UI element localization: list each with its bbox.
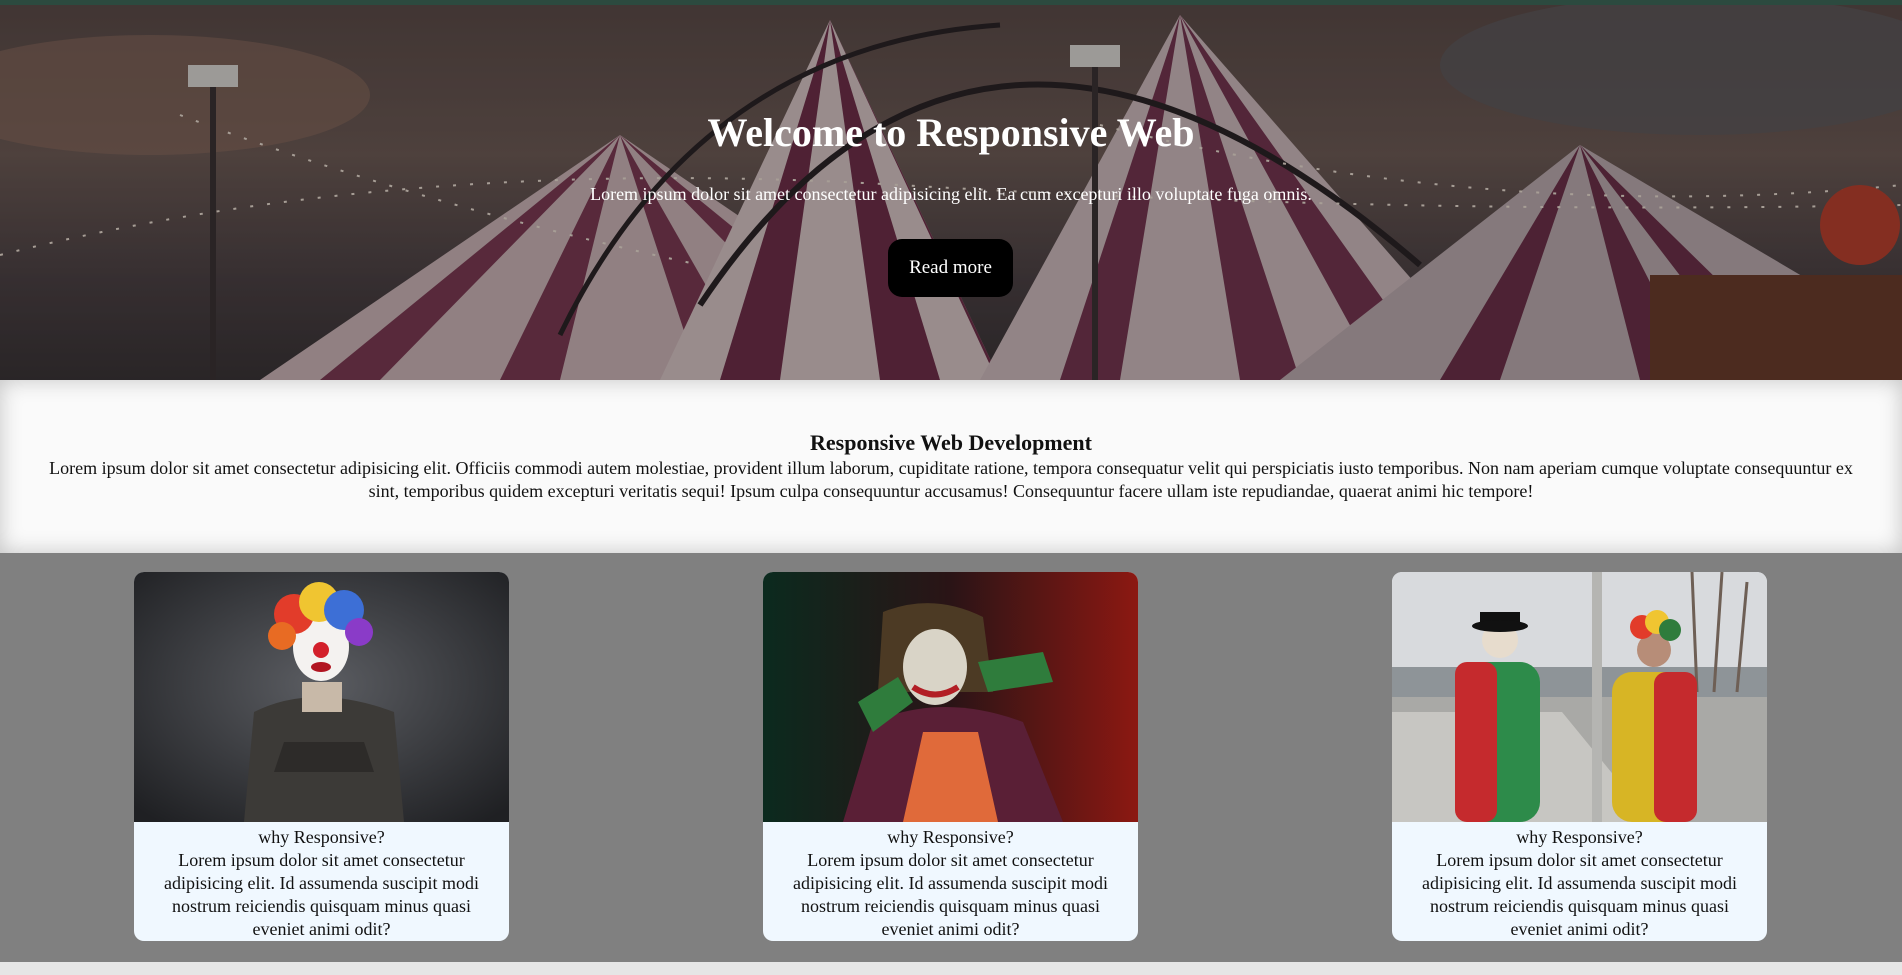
about-description: Lorem ipsum dolor sit amet consectetur a… xyxy=(49,458,1853,501)
card-body: why Responsive? Lorem ipsum dolor sit am… xyxy=(763,822,1138,941)
card-title: why Responsive? xyxy=(887,827,1014,847)
card-title: why Responsive? xyxy=(258,827,385,847)
card-title: why Responsive? xyxy=(1516,827,1643,847)
read-more-button[interactable]: Read more xyxy=(888,239,1013,297)
card-joker-portrait: why Responsive? Lorem ipsum dolor sit am… xyxy=(763,572,1138,941)
hero-section: Welcome to Responsive Web Lorem ipsum do… xyxy=(0,5,1902,380)
card-text: Lorem ipsum dolor sit amet consectetur a… xyxy=(793,850,1108,939)
cards-section: why Responsive? Lorem ipsum dolor sit am… xyxy=(0,553,1902,962)
hero-description: Lorem ipsum dolor sit amet consectetur a… xyxy=(590,184,1312,204)
hero-title: Welcome to Responsive Web xyxy=(707,110,1195,155)
about-title: Responsive Web Development xyxy=(810,430,1092,455)
about-section: Responsive Web Development Lorem ipsum d… xyxy=(0,380,1902,553)
card-body: why Responsive? Lorem ipsum dolor sit am… xyxy=(1392,822,1767,941)
card-text: Lorem ipsum dolor sit amet consectetur a… xyxy=(164,850,479,939)
joker-portrait-image xyxy=(763,572,1138,822)
card-clown-portrait: why Responsive? Lorem ipsum dolor sit am… xyxy=(134,572,509,941)
card-two-clowns-street: why Responsive? Lorem ipsum dolor sit am… xyxy=(1392,572,1767,941)
clown-portrait-image xyxy=(134,572,509,822)
page-bottom-strip xyxy=(0,962,1902,975)
card-text: Lorem ipsum dolor sit amet consectetur a… xyxy=(1422,850,1737,939)
two-clowns-street-image xyxy=(1392,572,1767,822)
card-body: why Responsive? Lorem ipsum dolor sit am… xyxy=(134,822,509,941)
